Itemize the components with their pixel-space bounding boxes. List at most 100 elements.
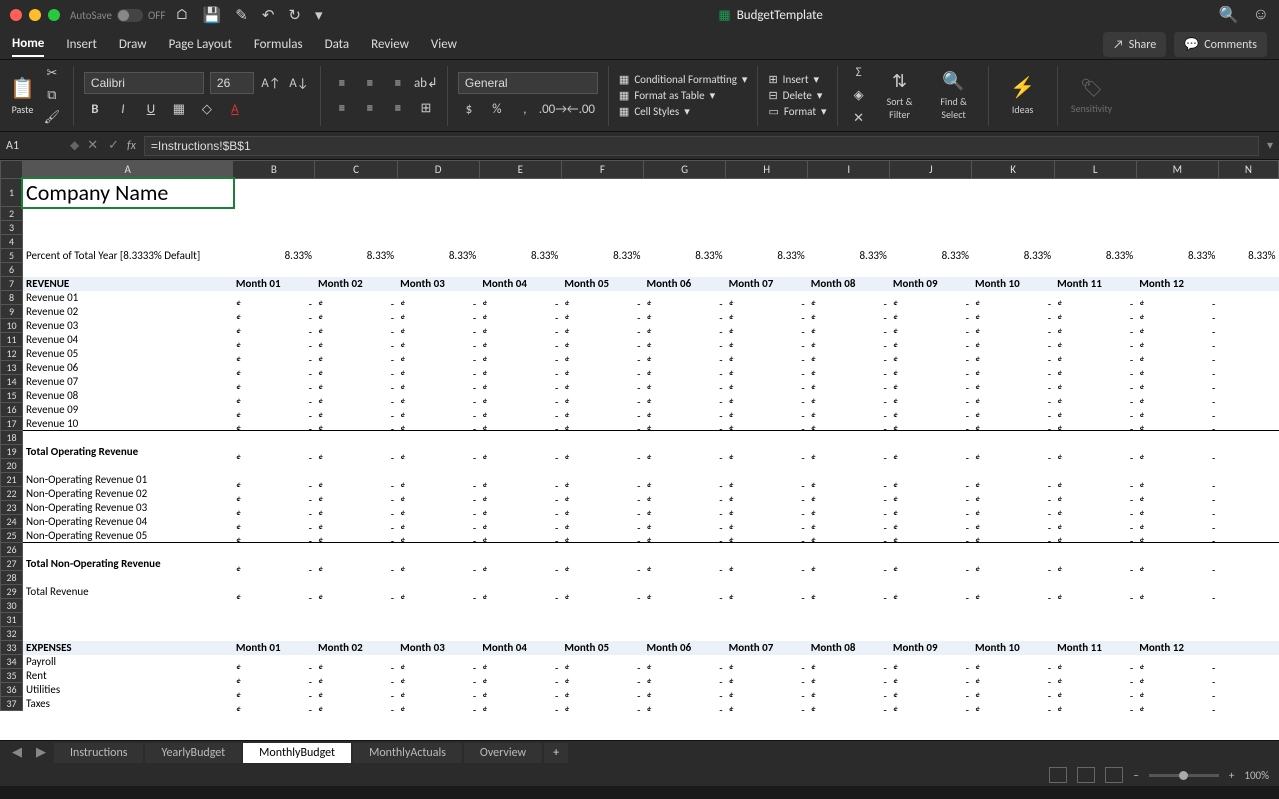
cell[interactable] bbox=[643, 221, 725, 235]
cell[interactable] bbox=[808, 179, 890, 207]
cell[interactable] bbox=[726, 305, 808, 319]
cell[interactable] bbox=[1054, 389, 1136, 403]
cell[interactable] bbox=[726, 179, 808, 207]
cell[interactable] bbox=[890, 669, 972, 683]
format-painter-icon[interactable]: 🖌 bbox=[41, 108, 63, 128]
cell[interactable] bbox=[1054, 375, 1136, 389]
cell[interactable] bbox=[643, 697, 725, 711]
col-header-K[interactable]: K bbox=[972, 161, 1054, 179]
cell[interactable] bbox=[1218, 627, 1278, 641]
cell[interactable] bbox=[808, 417, 890, 431]
cell[interactable] bbox=[890, 179, 972, 207]
cell[interactable] bbox=[397, 361, 479, 375]
cell[interactable] bbox=[1136, 417, 1218, 431]
cell[interactable] bbox=[479, 487, 561, 501]
cell[interactable] bbox=[972, 613, 1054, 627]
cell[interactable] bbox=[1136, 221, 1218, 235]
row-header[interactable]: 16 bbox=[1, 403, 23, 417]
cell[interactable] bbox=[479, 347, 561, 361]
cell[interactable] bbox=[1136, 473, 1218, 487]
cell[interactable] bbox=[643, 361, 725, 375]
align-right-icon[interactable]: ≡ bbox=[387, 98, 409, 118]
cell[interactable] bbox=[1054, 459, 1136, 473]
cell[interactable] bbox=[233, 305, 315, 319]
cell[interactable] bbox=[808, 375, 890, 389]
cell[interactable] bbox=[643, 417, 725, 431]
cell[interactable] bbox=[808, 305, 890, 319]
cell[interactable] bbox=[972, 207, 1054, 221]
cell[interactable] bbox=[643, 627, 725, 641]
row-header[interactable]: 28 bbox=[1, 571, 23, 585]
cell[interactable] bbox=[890, 235, 972, 249]
row-header[interactable]: 23 bbox=[1, 501, 23, 515]
row-header[interactable]: 22 bbox=[1, 487, 23, 501]
sheet-tab-monthlyactuals[interactable]: MonthlyActuals bbox=[353, 743, 462, 763]
cell[interactable] bbox=[479, 235, 561, 249]
row-header[interactable]: 4 bbox=[1, 235, 23, 249]
cell[interactable] bbox=[1054, 669, 1136, 683]
cell[interactable] bbox=[1054, 543, 1136, 557]
row-header[interactable]: 3 bbox=[1, 221, 23, 235]
cell[interactable] bbox=[315, 501, 397, 515]
cell[interactable] bbox=[1218, 557, 1278, 571]
cell[interactable] bbox=[972, 361, 1054, 375]
decrease-font-icon[interactable]: A↓ bbox=[288, 73, 310, 93]
cell[interactable] bbox=[1218, 655, 1278, 669]
cell[interactable] bbox=[726, 627, 808, 641]
zoom-out-icon[interactable]: − bbox=[1133, 769, 1138, 782]
cell[interactable] bbox=[479, 515, 561, 529]
cell[interactable] bbox=[726, 263, 808, 277]
cell[interactable] bbox=[1054, 347, 1136, 361]
cell[interactable] bbox=[479, 319, 561, 333]
cell[interactable] bbox=[1136, 501, 1218, 515]
cell[interactable] bbox=[808, 473, 890, 487]
cell[interactable] bbox=[233, 683, 315, 697]
increase-decimal-icon[interactable]: .00→ bbox=[542, 99, 564, 119]
cell[interactable] bbox=[890, 221, 972, 235]
cell[interactable] bbox=[233, 445, 315, 459]
cell[interactable] bbox=[1054, 501, 1136, 515]
cell[interactable] bbox=[233, 585, 315, 599]
cell[interactable] bbox=[233, 361, 315, 375]
cell[interactable] bbox=[1218, 501, 1278, 515]
menu-tab-data[interactable]: Data bbox=[325, 33, 350, 56]
cell[interactable] bbox=[1218, 417, 1278, 431]
wrap-text-icon[interactable]: ab↲ bbox=[415, 73, 437, 93]
cell[interactable]: Revenue 01 bbox=[23, 291, 233, 305]
cell[interactable] bbox=[561, 613, 643, 627]
edit-icon[interactable]: ✎ bbox=[235, 6, 248, 25]
cell[interactable] bbox=[643, 235, 725, 249]
align-top-icon[interactable]: ≡ bbox=[331, 73, 353, 93]
cell[interactable] bbox=[561, 361, 643, 375]
cell[interactable]: Month 07 bbox=[726, 641, 808, 655]
cell[interactable] bbox=[315, 431, 397, 445]
cell[interactable] bbox=[479, 683, 561, 697]
cell[interactable] bbox=[808, 431, 890, 445]
cell[interactable]: Revenue 09 bbox=[23, 403, 233, 417]
ideas-button[interactable]: ⚡Ideas bbox=[999, 75, 1047, 116]
cell[interactable] bbox=[233, 319, 315, 333]
cell[interactable] bbox=[1054, 305, 1136, 319]
row-header[interactable]: 19 bbox=[1, 445, 23, 459]
row-header[interactable]: 27 bbox=[1, 557, 23, 571]
cell[interactable] bbox=[561, 543, 643, 557]
cell[interactable] bbox=[397, 669, 479, 683]
cell[interactable]: Non-Operating Revenue 05 bbox=[23, 529, 233, 543]
align-left-icon[interactable]: ≡ bbox=[331, 98, 353, 118]
row-header[interactable]: 17 bbox=[1, 417, 23, 431]
cell[interactable] bbox=[890, 319, 972, 333]
cell[interactable] bbox=[890, 389, 972, 403]
menu-tab-page-layout[interactable]: Page Layout bbox=[169, 33, 232, 56]
cell[interactable] bbox=[1218, 207, 1278, 221]
cell[interactable] bbox=[643, 585, 725, 599]
cell[interactable]: Revenue 10 bbox=[23, 417, 233, 431]
cell[interactable] bbox=[397, 473, 479, 487]
cell[interactable] bbox=[397, 319, 479, 333]
cell[interactable] bbox=[23, 431, 233, 445]
zoom-slider[interactable] bbox=[1149, 774, 1219, 777]
cell[interactable] bbox=[890, 375, 972, 389]
cell[interactable]: Month 05 bbox=[561, 277, 643, 291]
cell-styles-button[interactable]: ▦ Cell Styles ▾ bbox=[619, 105, 748, 118]
cell[interactable]: Month 02 bbox=[315, 277, 397, 291]
cell[interactable] bbox=[315, 389, 397, 403]
